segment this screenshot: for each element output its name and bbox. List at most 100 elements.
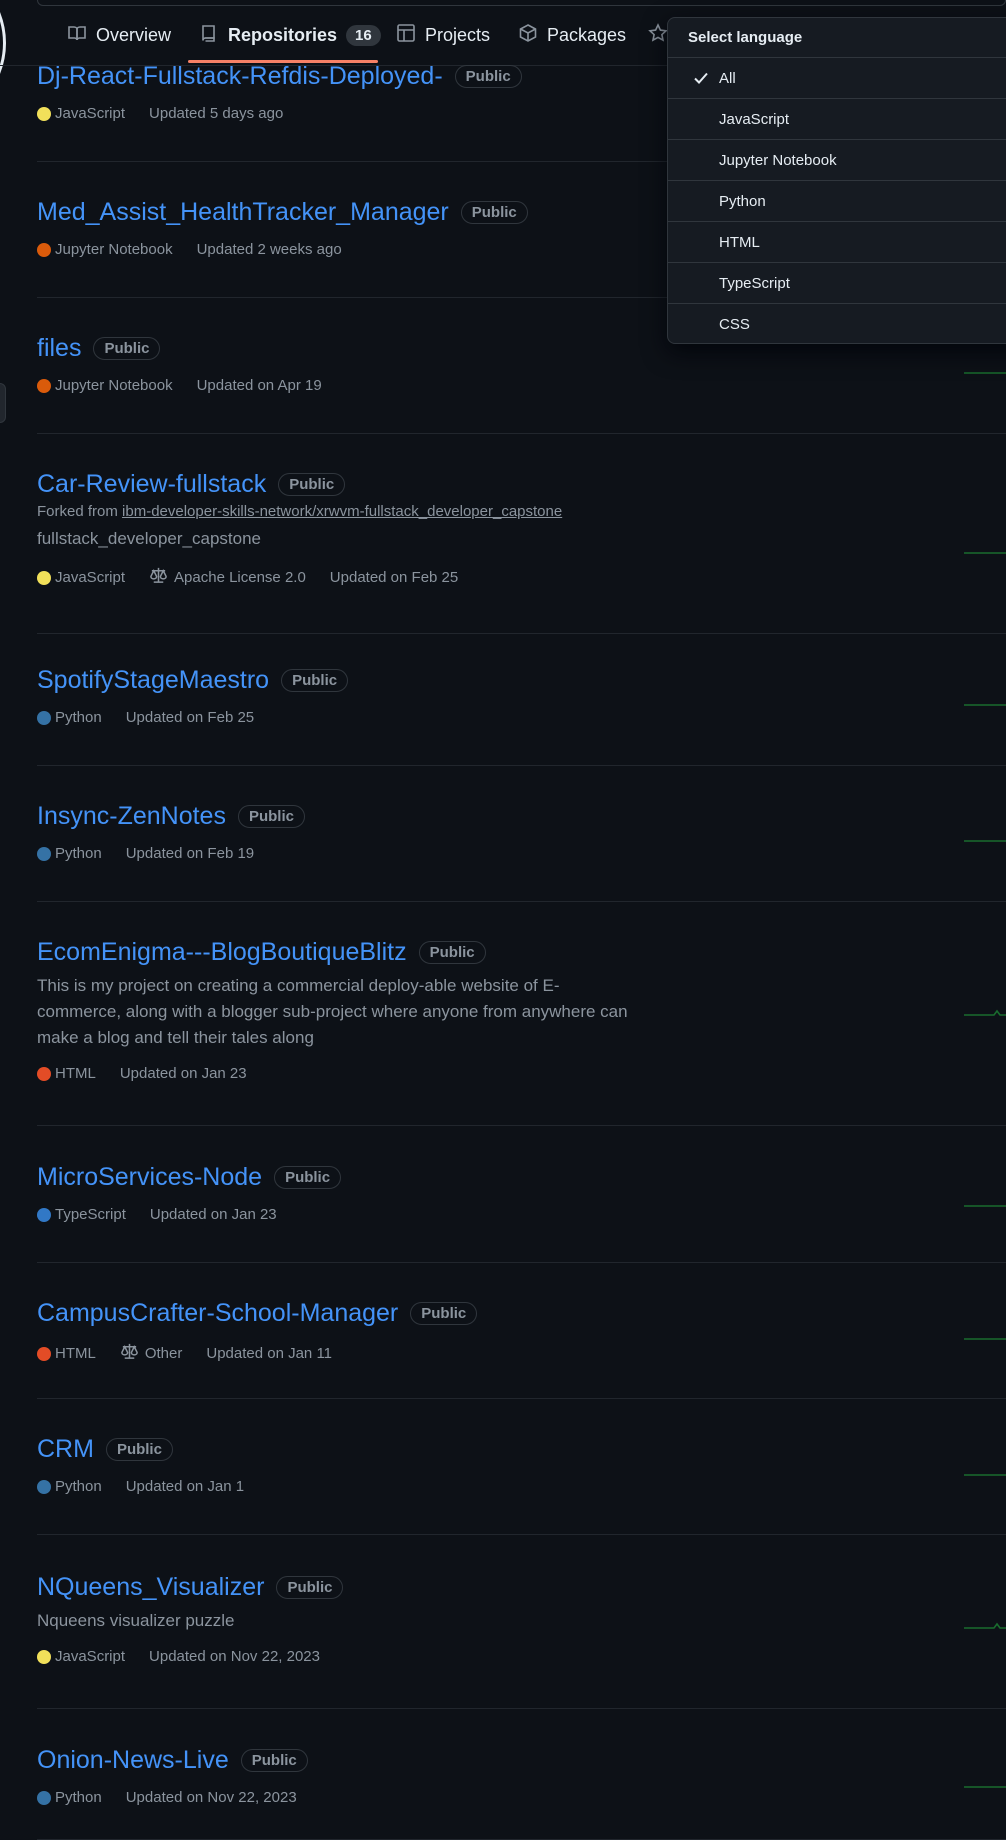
repo-name-link[interactable]: EcomEnigma---BlogBoutiqueBlitz — [37, 938, 407, 967]
visibility-badge: Public — [105, 1438, 173, 1461]
repo-list-item: CampusCrafter-School-Manager Public HTML Ot… — [37, 1299, 1006, 1399]
activity-sparkline — [964, 544, 1006, 554]
language-option-label: Jupyter Notebook — [719, 151, 837, 169]
repo-name-link[interactable]: Car-Review-fullstack — [37, 470, 266, 499]
dropdown-title: Select language — [668, 18, 1006, 58]
language-name: JavaScript — [55, 105, 126, 122]
visibility-badge: Public — [410, 1302, 478, 1325]
language-color-dot — [37, 1066, 51, 1081]
language-option[interactable]: Jupyter Notebook — [668, 140, 1006, 181]
updated-time: Updated on Nov 22, 2023 — [149, 1648, 320, 1665]
language-color-dot — [37, 1346, 51, 1361]
edit-profile-button[interactable] — [0, 383, 6, 423]
repo-language: HTML — [37, 1345, 96, 1362]
repo-name-link[interactable]: NQueens_Visualizer — [37, 1573, 264, 1602]
tab-packages[interactable]: Packages — [518, 18, 626, 52]
repo-name-link[interactable]: Med_Assist_HealthTracker_Manager — [37, 198, 449, 227]
repo-header: NQueens_Visualizer Public — [37, 1573, 1006, 1602]
language-name: HTML — [55, 1345, 96, 1362]
law-icon — [120, 1342, 139, 1365]
language-option[interactable]: Python — [668, 181, 1006, 222]
check-icon — [668, 69, 719, 87]
language-option[interactable]: HTML — [668, 222, 1006, 263]
tab-projects[interactable]: Projects — [396, 18, 490, 52]
repo-language: Python — [37, 1789, 102, 1806]
tab-stars[interactable] — [648, 18, 668, 52]
visibility-badge: Public — [460, 201, 528, 224]
language-options: All JavaScript Jupyter Notebook Python HTML T… — [668, 58, 1006, 345]
repo-list-item: Onion-News-Live Public Python Updated on No… — [37, 1746, 1006, 1840]
repo-name-link[interactable]: Insync-ZenNotes — [37, 802, 226, 831]
repo-meta: Python Updated on Feb 25 — [37, 709, 1006, 726]
language-option-label: TypeScript — [719, 274, 790, 292]
repo-language: JavaScript — [37, 1648, 125, 1665]
repo-language: Jupyter Notebook — [37, 241, 173, 258]
repo-list-item: CRM Public Python Updated on Jan 1 — [37, 1435, 1006, 1535]
language-color-dot — [37, 1207, 51, 1222]
repo-header: CRM Public — [37, 1435, 1006, 1464]
language-option-label: HTML — [719, 233, 760, 251]
language-color-dot — [37, 570, 51, 585]
repositories-count-badge: 16 — [346, 24, 381, 46]
language-name: JavaScript — [55, 569, 126, 586]
repo-language: JavaScript — [37, 105, 125, 122]
forked-from-link[interactable]: ibm-developer-skills-network/xrwvm-fulls… — [122, 503, 562, 520]
tab-repositories[interactable]: Repositories 16 — [199, 18, 381, 52]
language-option-label: All — [719, 69, 736, 87]
repo-description: This is my project on creating a commerc… — [37, 976, 628, 1047]
repo-name-link[interactable]: Onion-News-Live — [37, 1746, 229, 1775]
repo-header: MicroServices-Node Public — [37, 1163, 1006, 1192]
activity-sparkline — [964, 1006, 1006, 1016]
repo-name-link[interactable]: CRM — [37, 1435, 94, 1464]
package-icon — [518, 23, 538, 48]
repo-header: Insync-ZenNotes Public — [37, 802, 1006, 831]
repo-meta: TypeScript Updated on Jan 23 — [37, 1206, 1006, 1223]
repo-name-link[interactable]: MicroServices-Node — [37, 1163, 262, 1192]
language-option[interactable]: CSS — [668, 304, 1006, 345]
visibility-badge: Public — [418, 941, 486, 964]
repo-name-link[interactable]: files — [37, 334, 81, 363]
tab-label: Repositories — [228, 24, 338, 45]
repo-list-item: files Public Jupyter Notebook Updated on Ap… — [37, 334, 1006, 434]
language-option[interactable]: JavaScript — [668, 99, 1006, 140]
repo-header: Car-Review-fullstack Public — [37, 470, 1006, 499]
language-name: Python — [55, 709, 102, 726]
language-option-label: Python — [719, 192, 766, 210]
repo-language: Python — [37, 1478, 102, 1495]
visibility-badge: Public — [276, 1576, 344, 1599]
visibility-badge: Public — [278, 473, 346, 496]
repo-meta: HTML Other Updated on Jan 11 — [37, 1342, 1006, 1365]
repo-name-link[interactable]: Dj-React-Fullstack-Refdis-Deployed- — [37, 62, 443, 91]
updated-time: Updated on Jan 23 — [149, 1206, 277, 1223]
visibility-badge: Public — [240, 1749, 308, 1772]
updated-time: Updated on Jan 11 — [206, 1345, 333, 1362]
repo-name-link[interactable]: CampusCrafter-School-Manager — [37, 1299, 398, 1328]
language-name: Jupyter Notebook — [55, 241, 173, 258]
repo-meta: Jupyter Notebook Updated on Apr 19 — [37, 377, 1006, 394]
updated-time: Updated on Jan 1 — [125, 1478, 245, 1495]
activity-sparkline — [964, 1330, 1006, 1340]
profile-repositories-page: Overview Repositories 16 Projects Packag… — [0, 0, 1006, 1840]
language-option[interactable]: TypeScript — [668, 263, 1006, 304]
repo-list-item: SpotifyStageMaestro Public Python Updated o… — [37, 666, 1006, 766]
repo-license: Apache License 2.0 — [149, 566, 306, 589]
updated-time: Updated on Feb 25 — [329, 569, 459, 586]
language-color-dot — [37, 1649, 51, 1664]
repo-list-item: MicroServices-Node Public TypeScript Update… — [37, 1163, 1006, 1263]
repo-meta: Python Updated on Nov 22, 2023 — [37, 1789, 1006, 1806]
repo-description: fullstack_developer_capstone — [37, 529, 261, 548]
tab-overview[interactable]: Overview — [67, 18, 171, 52]
activity-sparkline — [964, 1466, 1006, 1476]
updated-time: Updated 5 days ago — [149, 105, 284, 122]
language-name: Python — [55, 1478, 102, 1495]
repo-meta: JavaScript Apache License 2.0 Updated on F… — [37, 566, 1006, 589]
visibility-badge: Public — [281, 669, 349, 692]
repo-name-link[interactable]: SpotifyStageMaestro — [37, 666, 269, 695]
activity-sparkline — [964, 832, 1006, 842]
visibility-badge: Public — [237, 805, 305, 828]
repo-meta: Python Updated on Jan 1 — [37, 1478, 1006, 1495]
repo-list-item: NQueens_Visualizer Public Nqueens visualiz… — [37, 1573, 1006, 1709]
repo-header: EcomEnigma---BlogBoutiqueBlitz Public — [37, 938, 1006, 967]
language-option[interactable]: All — [668, 58, 1006, 99]
repo-description: Nqueens visualizer puzzle — [37, 1611, 235, 1630]
